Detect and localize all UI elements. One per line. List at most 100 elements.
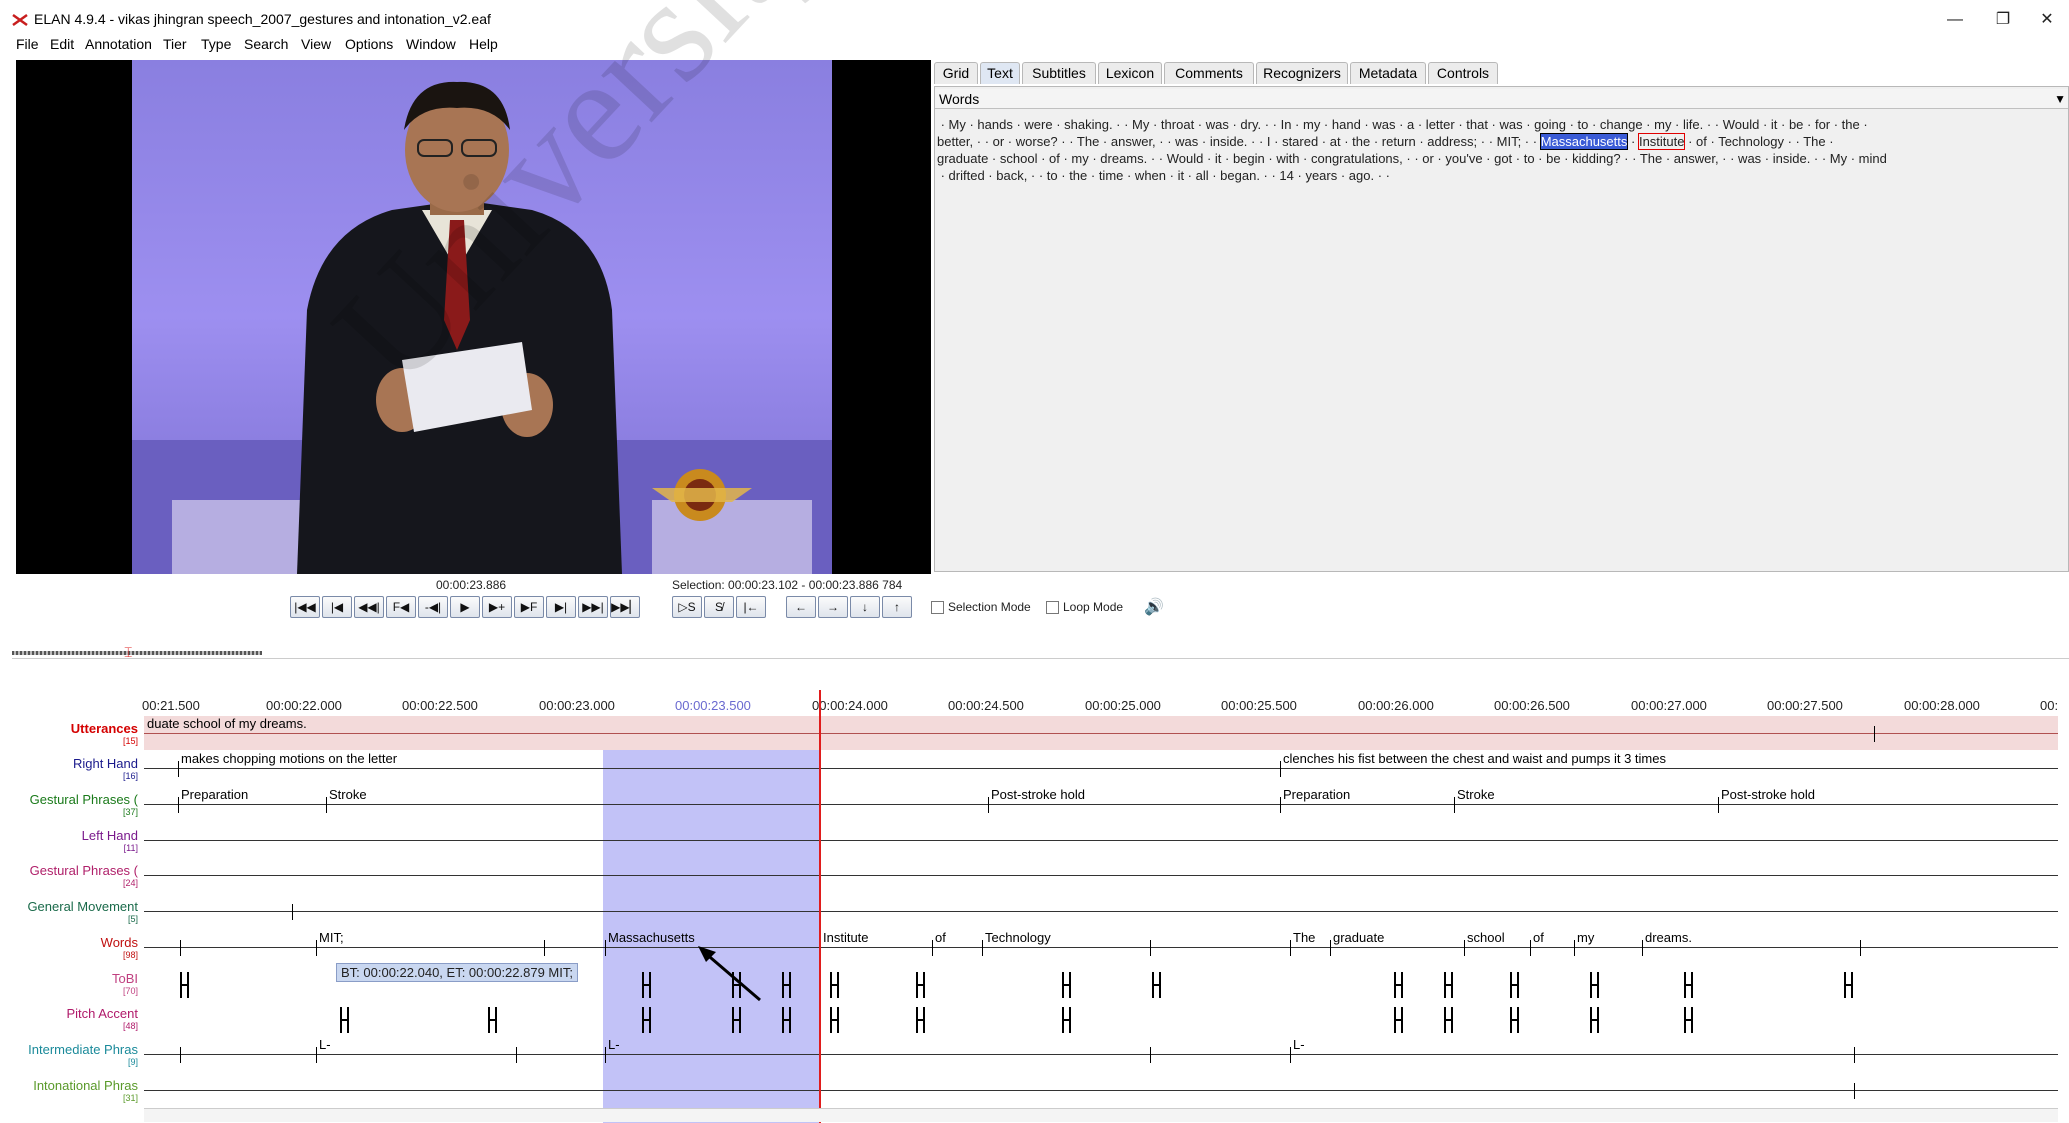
menu-search[interactable]: Search bbox=[244, 36, 288, 52]
menu-edit[interactable]: Edit bbox=[50, 36, 74, 52]
tab-subtitles[interactable]: Subtitles bbox=[1022, 62, 1096, 84]
playhead-crosshair[interactable] bbox=[819, 690, 821, 1123]
word-annotation[interactable]: MIT; bbox=[316, 930, 344, 945]
tier-label-right-hand[interactable]: Right Hand bbox=[14, 757, 138, 771]
next-frame-button[interactable]: ▶F bbox=[514, 596, 544, 618]
tobi-marker[interactable] bbox=[1062, 972, 1071, 998]
tab-metadata[interactable]: Metadata bbox=[1350, 62, 1426, 84]
tier-select[interactable]: Words ▼ bbox=[935, 89, 2068, 109]
tier-row-right-hand[interactable]: makes chopping motions on the letter cle… bbox=[144, 751, 2058, 785]
right-hand-annotation[interactable]: makes chopping motions on the letter bbox=[178, 751, 397, 766]
selection-mode-checkbox[interactable] bbox=[931, 601, 944, 614]
tier-row-pitch-accent[interactable] bbox=[144, 1001, 2058, 1035]
previous-frame-button[interactable]: F◀ bbox=[386, 596, 416, 618]
tab-lexicon[interactable]: Lexicon bbox=[1098, 62, 1162, 84]
right-hand-annotation[interactable]: clenches his fist between the chest and … bbox=[1280, 751, 1666, 766]
menu-tier[interactable]: Tier bbox=[163, 36, 187, 52]
go-to-end-button[interactable]: ▶▶▏ bbox=[610, 596, 640, 618]
next-second-button[interactable]: ▶| bbox=[546, 596, 576, 618]
pitch-accent-marker[interactable] bbox=[1444, 1007, 1453, 1033]
previous-second-button[interactable]: ◀◀| bbox=[354, 596, 384, 618]
volume-icon[interactable]: 🔊 bbox=[1144, 597, 1164, 617]
tier-row-gestural-phrases-left[interactable] bbox=[144, 858, 2058, 892]
tab-grid[interactable]: Grid bbox=[934, 62, 978, 84]
tier-label-intonational-phrase[interactable]: Intonational Phras bbox=[14, 1079, 138, 1093]
tab-controls[interactable]: Controls bbox=[1428, 62, 1498, 84]
tobi-marker[interactable] bbox=[642, 972, 651, 998]
pitch-accent-marker[interactable] bbox=[1510, 1007, 1519, 1033]
go-to-begin-button[interactable]: |◀◀ bbox=[290, 596, 320, 618]
pitch-accent-marker[interactable] bbox=[1394, 1007, 1403, 1033]
tier-label-pitch-accent[interactable]: Pitch Accent bbox=[14, 1007, 138, 1021]
word-annotation[interactable]: Massachusetts bbox=[605, 930, 695, 945]
tier-label-gestural-phrases-right[interactable]: Gestural Phrases ( bbox=[14, 793, 138, 807]
text-line-4[interactable]: · drifted · back, · · to · the · time · … bbox=[937, 168, 1390, 183]
text-line-1[interactable]: · My · hands · were · shaking. · · My · … bbox=[937, 117, 1868, 132]
tier-row-general-movement[interactable] bbox=[144, 894, 2058, 928]
tobi-marker[interactable] bbox=[782, 972, 791, 998]
tier-label-left-hand[interactable]: Left Hand bbox=[14, 829, 138, 843]
tier-row-intermediate-phrase[interactable]: L- L- L- bbox=[144, 1037, 2058, 1071]
pitch-accent-marker[interactable] bbox=[488, 1007, 497, 1033]
time-ruler[interactable]: 00:21.500 00:00:22.000 00:00:22.500 00:0… bbox=[142, 694, 2064, 714]
boxed-word[interactable]: Institute bbox=[1637, 133, 1686, 150]
tobi-marker[interactable] bbox=[916, 972, 925, 998]
pitch-accent-marker[interactable] bbox=[830, 1007, 839, 1033]
tobi-marker[interactable] bbox=[1844, 972, 1853, 998]
word-annotation[interactable]: of bbox=[932, 930, 946, 945]
menu-options[interactable]: Options bbox=[345, 36, 393, 52]
previous-pixel-button[interactable]: -◀| bbox=[418, 596, 448, 618]
menu-file[interactable]: File bbox=[16, 36, 39, 52]
text-line-3[interactable]: graduate · school · of · my · dreams. · … bbox=[937, 151, 1887, 166]
tier-row-intonational-phrase[interactable] bbox=[144, 1073, 2058, 1107]
word-annotation[interactable]: school bbox=[1464, 930, 1505, 945]
intermediate-annotation[interactable]: L- bbox=[1290, 1037, 1305, 1052]
lower-tier-button[interactable]: ↓ bbox=[850, 596, 880, 618]
menu-type[interactable]: Type bbox=[201, 36, 231, 52]
clear-selection-button[interactable]: S̸ bbox=[704, 596, 734, 618]
pitch-accent-marker[interactable] bbox=[642, 1007, 651, 1033]
selection-begin-button[interactable]: |← bbox=[736, 596, 766, 618]
restore-button[interactable]: ❐ bbox=[1980, 6, 2026, 34]
upper-tier-button[interactable]: ↑ bbox=[882, 596, 912, 618]
previous-annotation-button[interactable]: ← bbox=[786, 596, 816, 618]
timeline-scrollbar[interactable] bbox=[144, 1108, 2058, 1122]
text-line-2[interactable]: better, · · or · worse? · · The · answer… bbox=[937, 133, 1834, 150]
word-annotation[interactable]: Technology bbox=[982, 930, 1051, 945]
pitch-accent-marker[interactable] bbox=[916, 1007, 925, 1033]
previous-scroll-button[interactable]: |◀ bbox=[322, 596, 352, 618]
tier-label-tobi[interactable]: ToBI bbox=[14, 972, 138, 986]
word-annotation[interactable]: The bbox=[1290, 930, 1315, 945]
tobi-marker[interactable] bbox=[1510, 972, 1519, 998]
tier-row-utterances[interactable]: duate school of my dreams. bbox=[144, 716, 2058, 750]
gesture-phase-annotation[interactable]: Stroke bbox=[1454, 787, 1495, 802]
pitch-accent-marker[interactable] bbox=[782, 1007, 791, 1033]
minimize-button[interactable]: — bbox=[1932, 6, 1978, 34]
tier-row-left-hand[interactable] bbox=[144, 823, 2058, 857]
menu-annotation[interactable]: Annotation bbox=[85, 36, 152, 52]
utterance-annotation[interactable]: duate school of my dreams. bbox=[144, 716, 307, 731]
tab-comments[interactable]: Comments bbox=[1164, 62, 1254, 84]
tier-label-words[interactable]: Words bbox=[14, 936, 138, 950]
tobi-marker[interactable] bbox=[1152, 972, 1161, 998]
play-button[interactable]: ▶ bbox=[450, 596, 480, 618]
timeline-viewer[interactable]: 00:21.500 00:00:22.000 00:00:22.500 00:0… bbox=[14, 680, 2069, 1123]
tab-recognizers[interactable]: Recognizers bbox=[1256, 62, 1348, 84]
timeline-overview[interactable]: ⌶ bbox=[12, 640, 2069, 662]
word-annotation[interactable]: dreams. bbox=[1642, 930, 1692, 945]
gesture-phase-annotation[interactable]: Stroke bbox=[326, 787, 367, 802]
menu-window[interactable]: Window bbox=[406, 36, 456, 52]
loop-mode-checkbox[interactable] bbox=[1046, 601, 1059, 614]
pitch-accent-marker[interactable] bbox=[1062, 1007, 1071, 1033]
intermediate-annotation[interactable]: L- bbox=[316, 1037, 331, 1052]
pitch-accent-marker[interactable] bbox=[732, 1007, 741, 1033]
menu-help[interactable]: Help bbox=[469, 36, 498, 52]
pitch-accent-marker[interactable] bbox=[1684, 1007, 1693, 1033]
word-annotation[interactable]: Institute bbox=[820, 930, 869, 945]
pitch-accent-marker[interactable] bbox=[1590, 1007, 1599, 1033]
next-annotation-button[interactable]: → bbox=[818, 596, 848, 618]
gesture-phase-annotation[interactable]: Preparation bbox=[1280, 787, 1350, 802]
play-selection-button[interactable]: ▷S bbox=[672, 596, 702, 618]
tobi-marker[interactable] bbox=[1684, 972, 1693, 998]
word-annotation[interactable]: graduate bbox=[1330, 930, 1384, 945]
